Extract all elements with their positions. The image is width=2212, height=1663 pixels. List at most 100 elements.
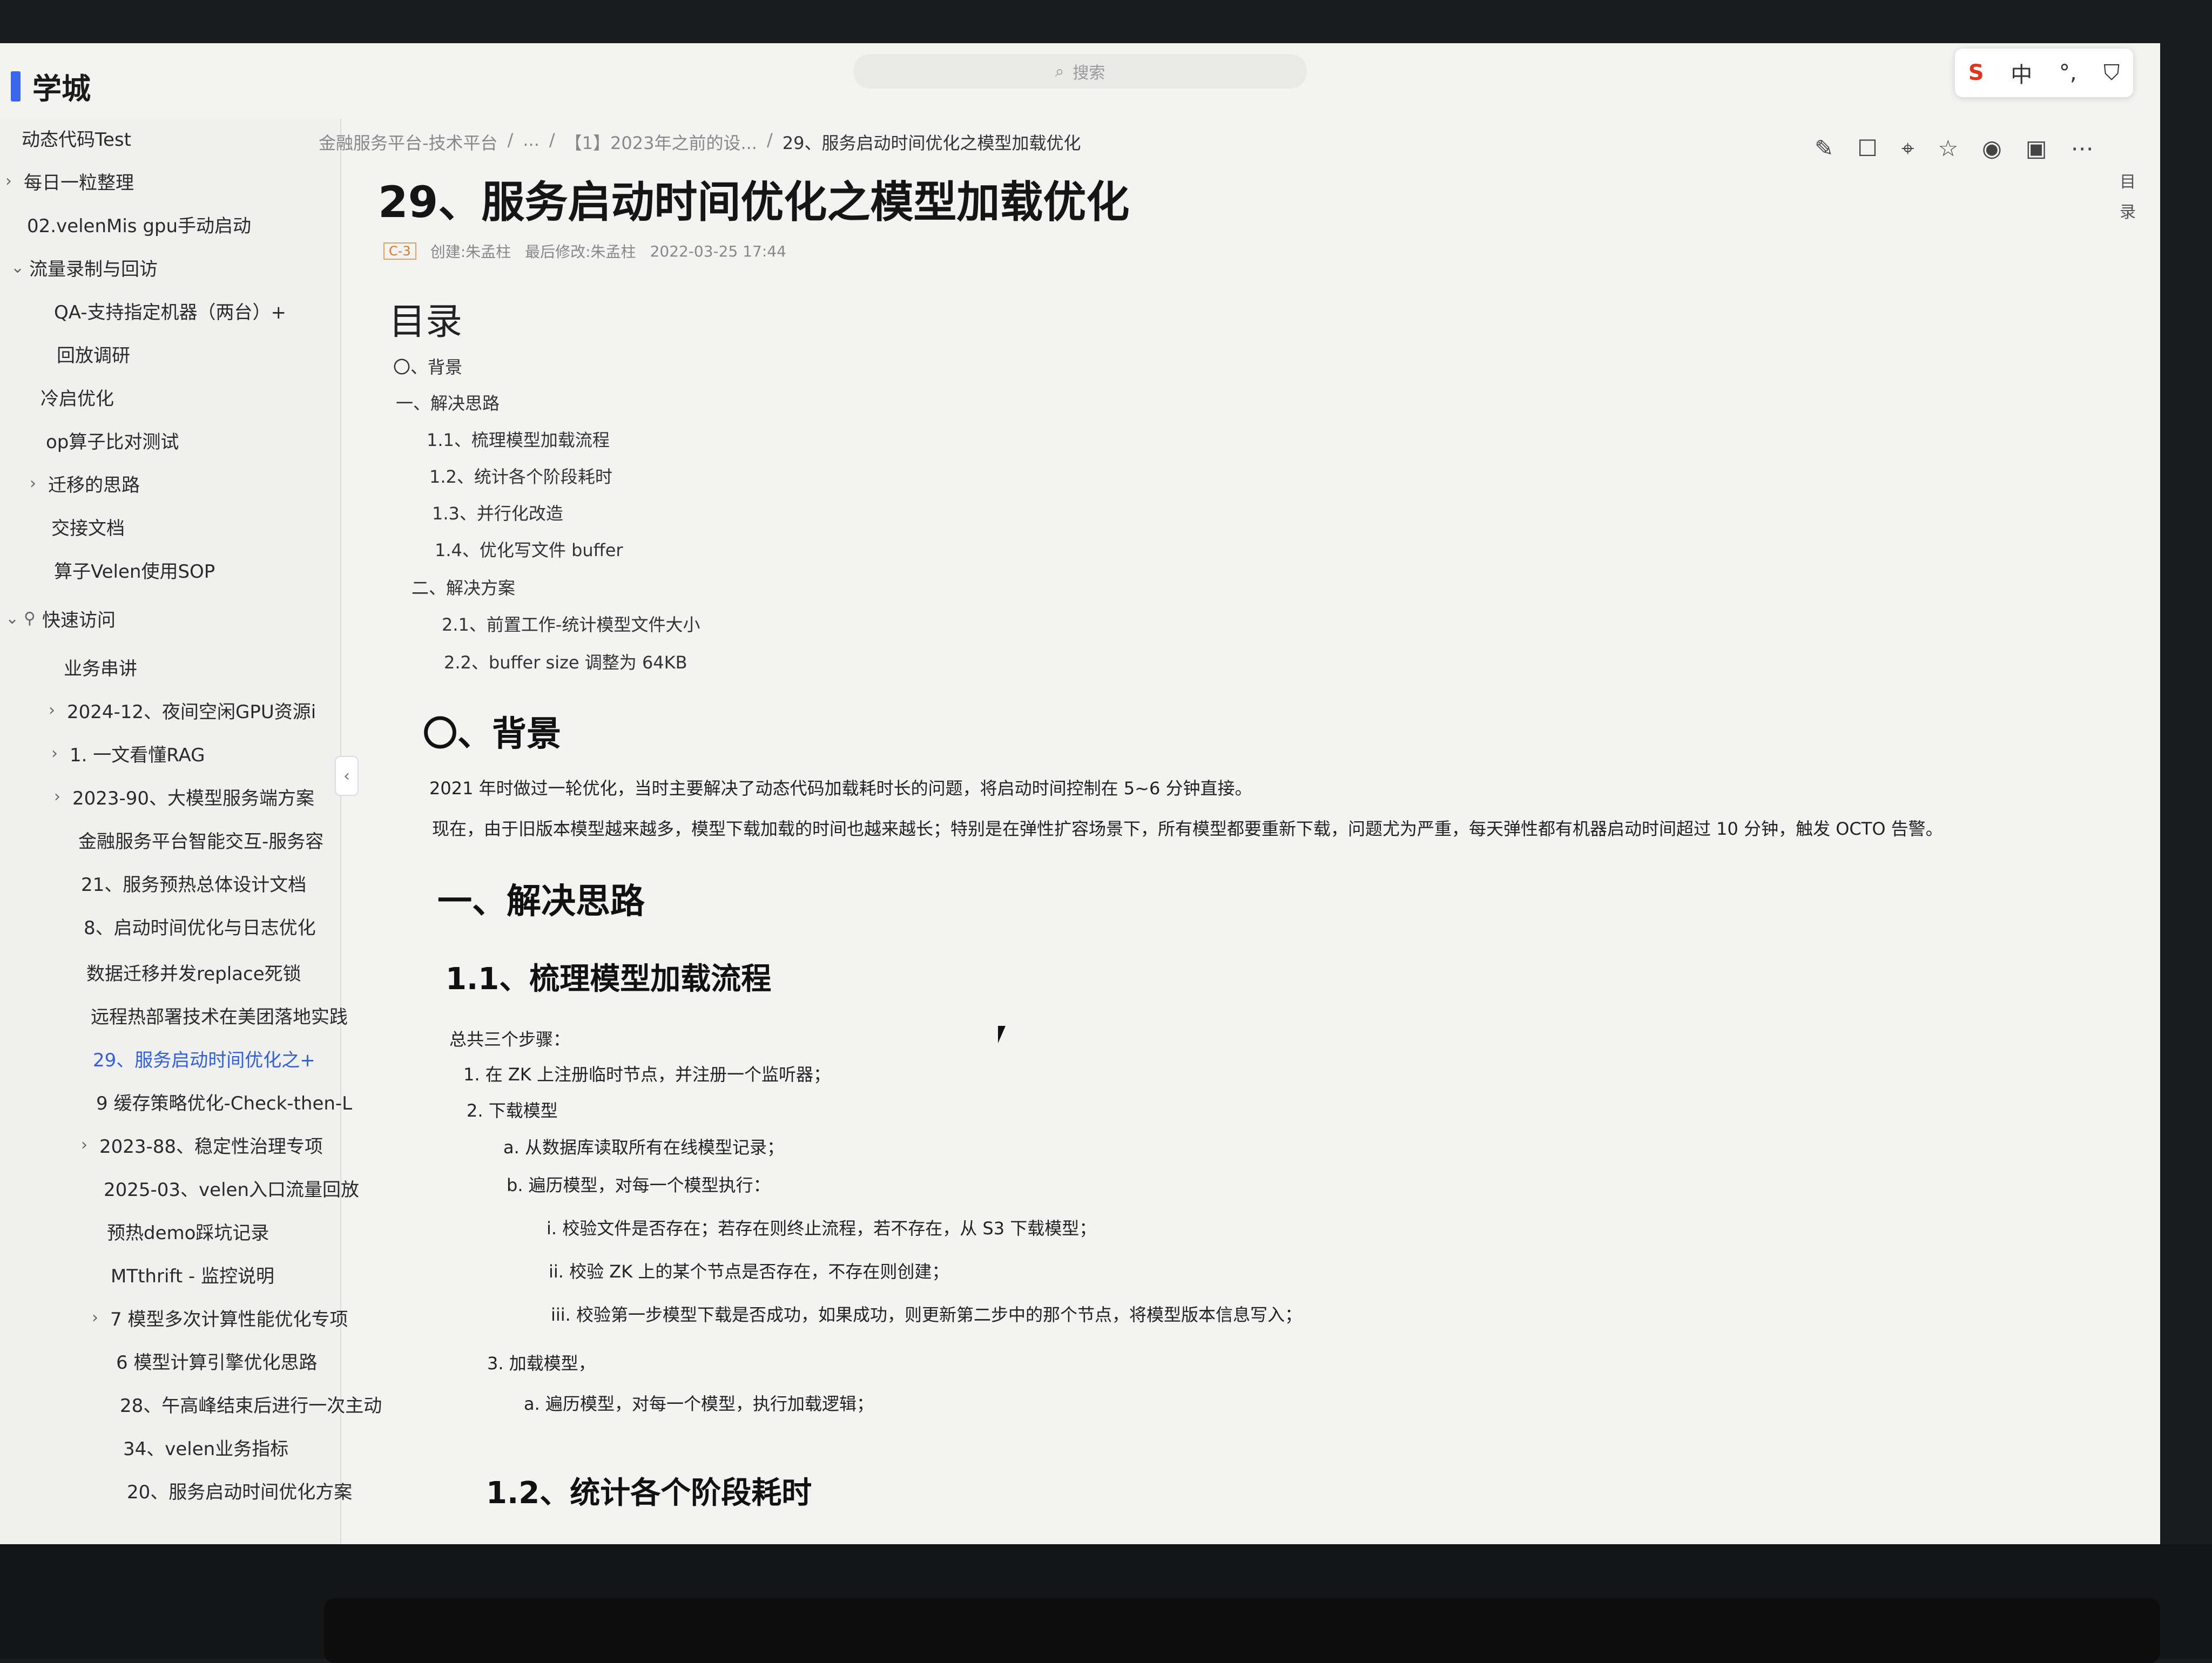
- sidebar-item[interactable]: › 2023-90、大模型服务端方案: [54, 778, 314, 815]
- quick-access-section[interactable]: ⌄ ⚲ 快速访问: [5, 599, 116, 637]
- chevron-right-icon[interactable]: ›: [92, 1308, 110, 1327]
- sidebar-item-label: 7 模型多次计算性能优化专项: [110, 1308, 348, 1330]
- search-icon: ⌕: [1055, 62, 1064, 81]
- app-logo[interactable]: 学城: [11, 65, 91, 107]
- sidebar-item-label: 02.velenMis gpu手动启动: [27, 215, 252, 237]
- sidebar-item[interactable]: QA-支持指定机器（两台）+: [54, 292, 286, 329]
- sidebar-item[interactable]: 冷启优化: [41, 378, 114, 416]
- chevron-down-icon[interactable]: ⌄: [11, 258, 29, 277]
- section-heading-approach: 一、解决思路: [437, 882, 645, 922]
- sidebar-item[interactable]: 数据迁移并发replace死锁: [86, 953, 301, 991]
- sidebar-item-label: 冷启优化: [41, 388, 114, 410]
- toc-link[interactable]: 1.4、优化写文件 buffer: [435, 537, 623, 562]
- sidebar-item[interactable]: MTthrift - 监控说明: [111, 1255, 274, 1293]
- sogou-icon[interactable]: S: [1968, 60, 1984, 85]
- doc-creator: 创建:朱孟柱: [430, 243, 511, 261]
- list-item: a. 遍历模型，对每一个模型，执行加载逻辑；: [524, 1394, 874, 1414]
- sidebar-item[interactable]: › 2023-88、稳定性治理专项: [81, 1126, 323, 1164]
- toc-link[interactable]: 1.2、统计各个阶段耗时: [429, 463, 612, 488]
- ime-language-toggle[interactable]: 中: [2011, 57, 2032, 89]
- sidebar-item-label: 28、午高峰结束后进行一次主动: [120, 1395, 382, 1417]
- pin-icon[interactable]: ⌖: [1901, 135, 1914, 162]
- sidebar-item[interactable]: 金融服务平台智能交互-服务容: [78, 821, 323, 858]
- punctuation-toggle[interactable]: °,: [2059, 60, 2077, 85]
- sidebar-item[interactable]: 8、启动时间优化与日志优化: [84, 907, 316, 945]
- sidebar-item-label: 动态代码Test: [22, 129, 131, 151]
- sidebar-item-label: 1. 一文看懂RAG: [70, 744, 205, 766]
- sidebar-item[interactable]: › 1. 一文看懂RAG: [51, 734, 205, 772]
- sidebar-item[interactable]: 交接文档: [51, 508, 125, 545]
- app-name: 学城: [32, 72, 91, 106]
- doc-actions: ✎ ☐ ⌖ ☆ ◉ ▣ ⋯: [1815, 135, 2094, 162]
- sidebar-item[interactable]: 21、服务预热总体设计文档: [81, 864, 306, 902]
- sidebar-item[interactable]: 34、velen业务指标: [123, 1428, 288, 1466]
- sidebar-item[interactable]: › 7 模型多次计算性能优化专项: [92, 1299, 348, 1336]
- doc-modifier: 最后修改:朱孟柱: [525, 243, 636, 261]
- sidebar-item[interactable]: › 迁移的思路: [30, 464, 140, 502]
- page-title: 29、服务启动时间优化之模型加载优化: [378, 177, 1130, 227]
- toc-link[interactable]: 〇、背景: [393, 354, 462, 378]
- sidebar-item[interactable]: 20、服务启动时间优化方案: [127, 1471, 352, 1509]
- section-heading-background: 〇、背景: [423, 714, 561, 754]
- list-item: 1. 在 ZK 上注册临时节点，并注册一个监听器；: [463, 1064, 831, 1085]
- toc-link[interactable]: 1.1、梳理模型加载流程: [427, 427, 610, 451]
- sidebar-item[interactable]: 02.velenMis gpu手动启动: [27, 205, 251, 243]
- search-placeholder: 搜索: [1073, 64, 1105, 83]
- toc-toggle[interactable]: 目 录: [2117, 167, 2139, 228]
- breadcrumb-parent[interactable]: 【1】2023年之前的设...: [565, 130, 757, 154]
- edit-icon[interactable]: ✎: [1815, 135, 1833, 162]
- sidebar-item-label: 2023-90、大模型服务端方案: [72, 787, 315, 809]
- sidebar-item[interactable]: 2025-03、velen入口流量回放: [104, 1169, 359, 1207]
- toc-link[interactable]: 2.1、前置工作-统计模型文件大小: [442, 611, 700, 636]
- sidebar-item-label: 流量录制与回访: [29, 258, 158, 280]
- sidebar-item-label: 算子Velen使用SOP: [54, 560, 215, 583]
- sidebar-item-label: op算子比对测试: [46, 431, 179, 453]
- sidebar-item-label: 远程热部署技术在美团落地实践: [91, 1006, 348, 1028]
- ime-toolbar: S 中 °, ⛉: [1955, 49, 2133, 97]
- sidebar-item-label: 2025-03、velen入口流量回放: [104, 1179, 360, 1201]
- sidebar-item[interactable]: 6 模型计算引擎优化思路: [116, 1342, 317, 1380]
- sidebar-item-label: 20、服务启动时间优化方案: [127, 1481, 353, 1503]
- sidebar-item[interactable]: 远程热部署技术在美团落地实践: [91, 996, 348, 1034]
- sidebar-item[interactable]: › 每日一粒整理: [5, 162, 134, 200]
- sidebar-item[interactable]: op算子比对测试: [46, 421, 179, 459]
- sidebar-item[interactable]: 预热demo踩坑记录: [107, 1212, 269, 1250]
- chevron-right-icon[interactable]: ›: [49, 701, 67, 720]
- sidebar-item[interactable]: 28、午高峰结束后进行一次主动: [120, 1385, 382, 1423]
- breadcrumb-sep: /: [766, 130, 773, 150]
- toc-link[interactable]: 1.3、并行化改造: [432, 500, 563, 525]
- sidebar-item[interactable]: 算子Velen使用SOP: [54, 551, 215, 589]
- toc-link[interactable]: 一、解决思路: [396, 390, 500, 415]
- chevron-right-icon[interactable]: ›: [30, 474, 48, 493]
- chevron-down-icon[interactable]: ⌄: [5, 609, 24, 628]
- sidebar-item[interactable]: ⌄ 流量录制与回访: [11, 248, 158, 286]
- more-icon[interactable]: ⋯: [2071, 135, 2094, 162]
- chevron-right-icon[interactable]: ›: [5, 172, 24, 191]
- sidebar-item-label: 34、velen业务指标: [123, 1438, 289, 1460]
- presentation-icon[interactable]: ☐: [1857, 135, 1878, 162]
- lock-icon[interactable]: ▣: [2026, 135, 2047, 162]
- sidebar-item[interactable]: 回放调研: [57, 335, 130, 373]
- sidebar-item[interactable]: 9 缓存策略优化-Check-then-L: [96, 1083, 352, 1120]
- collapse-sidebar-button[interactable]: ‹: [335, 756, 359, 796]
- doc-meta: C-3 创建:朱孟柱 最后修改:朱孟柱 2022-03-25 17:44: [383, 240, 786, 262]
- breadcrumb-root[interactable]: 金融服务平台-技术平台: [319, 130, 498, 154]
- skin-icon[interactable]: ⛉: [2103, 60, 2120, 85]
- toc-link[interactable]: 二、解决方案: [412, 574, 515, 599]
- chevron-left-icon: ‹: [343, 766, 350, 786]
- toc-link[interactable]: 2.2、buffer size 调整为 64KB: [444, 649, 687, 674]
- sidebar-item[interactable]: › 2024-12、夜间空闲GPU资源i: [49, 691, 316, 729]
- chevron-right-icon[interactable]: ›: [54, 787, 72, 806]
- chevron-right-icon[interactable]: ›: [81, 1135, 99, 1154]
- sidebar-item-active[interactable]: 29、服务启动时间优化之+: [93, 1039, 315, 1077]
- star-icon[interactable]: ☆: [1938, 135, 1959, 162]
- sidebar-item-label: 9 缓存策略优化-Check-then-L: [96, 1092, 353, 1114]
- sidebar-item[interactable]: 动态代码Test: [22, 119, 131, 157]
- list-item: 2. 下载模型: [467, 1100, 558, 1121]
- sidebar-item[interactable]: 业务串讲: [64, 648, 137, 686]
- breadcrumb-sep: /: [549, 130, 555, 150]
- chevron-right-icon[interactable]: ›: [51, 744, 70, 763]
- eye-icon[interactable]: ◉: [1982, 135, 2002, 162]
- search-input[interactable]: ⌕ 搜索: [853, 54, 1307, 89]
- breadcrumb-ellipsis[interactable]: ...: [523, 130, 539, 154]
